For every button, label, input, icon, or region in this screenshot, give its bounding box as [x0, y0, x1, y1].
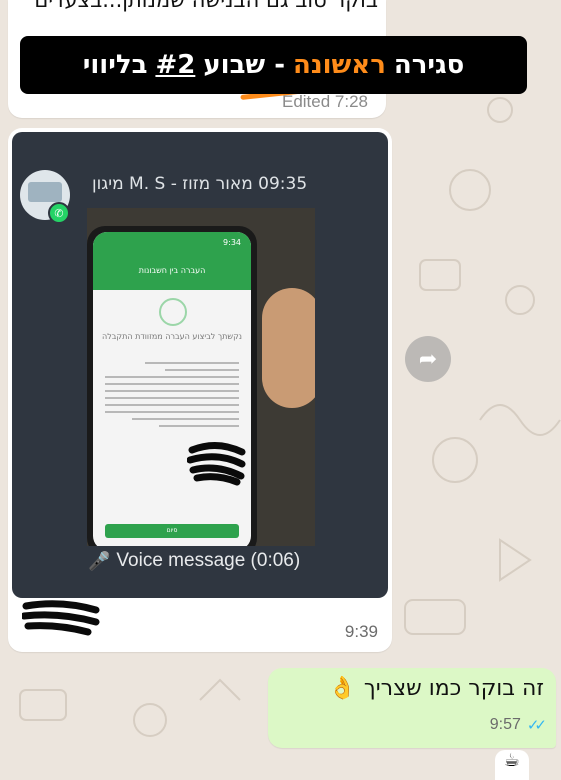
title-banner: סגירה ראשונה - שבוע #2 בליווי — [20, 36, 527, 94]
outgoing-message-text: זה בוקר כמו שצריך — [363, 676, 544, 701]
outgoing-message-meta: 9:57 ✓✓ — [489, 716, 547, 734]
outgoing-message-bubble[interactable]: זה בוקר כמו שצריך 👌 9:57 ✓✓ — [268, 668, 556, 748]
banner-week-number: #2 — [155, 50, 196, 80]
outgoing-timestamp: 9:57 — [489, 716, 521, 733]
phone-screen-text-lines — [105, 362, 239, 432]
phone-screen-title: נקשתך לביצוע העברה ממזוודת התקבלה — [102, 332, 242, 341]
message-timestamp: 9:39 — [344, 622, 378, 641]
redacted-name-scribble — [22, 600, 100, 636]
redaction-scribble — [187, 442, 246, 486]
phone-screen: 9:34 העברה בין חשבונות נקשתך לביצוע העבר… — [93, 232, 251, 546]
phone-in-photo: 9:34 העברה בין חשבונות נקשתך לביצוע העבר… — [87, 226, 257, 546]
forward-button[interactable]: ➦ — [405, 336, 451, 382]
avatar-image — [28, 182, 62, 202]
forward-icon: ➦ — [418, 346, 438, 372]
banner-word-5: בליווי — [82, 50, 148, 80]
hand-thumb — [262, 288, 315, 408]
microphone-icon: 🎤 — [88, 550, 111, 571]
double-check-icon: ✓✓ — [526, 717, 547, 734]
banner-word-2: ראשונה — [292, 50, 386, 80]
sender-line: 09:35 מאור מזוז - M. S מיגון — [92, 174, 308, 194]
forwarded-message-bubble[interactable]: ✆ 09:35 מאור מזוז - M. S מיגון 9:34 העבר… — [8, 128, 392, 652]
banner-word-1: סגירה — [393, 50, 465, 80]
banner-word-3: - שבוע — [203, 50, 285, 80]
outgoing-message-content: זה בוקר כמו שצריך 👌 — [329, 676, 544, 701]
check-circle-icon — [159, 298, 187, 326]
ok-hand-icon: 👌 — [328, 676, 356, 701]
edited-timestamp: Edited 7:28 — [281, 92, 368, 111]
coffee-icon: ☕ — [495, 750, 529, 780]
status-photo[interactable]: 9:34 העברה בין חשבונות נקשתך לביצוע העבר… — [87, 208, 315, 546]
voice-message-row[interactable]: 🎤 Voice message (0:06) — [88, 550, 300, 572]
whatsapp-icon: ✆ — [48, 202, 70, 224]
status-reply-card[interactable]: ✆ 09:35 מאור מזוז - M. S מיגון 9:34 העבר… — [12, 132, 388, 598]
phone-screen-button: סיום — [105, 524, 239, 538]
phone-status-time: 9:34 — [223, 238, 241, 247]
previous-message-text: בוקר טוב גם הבנישה שמנותן...בצעדים — [34, 0, 378, 12]
voice-message-label: Voice message (0:06) — [116, 550, 301, 571]
